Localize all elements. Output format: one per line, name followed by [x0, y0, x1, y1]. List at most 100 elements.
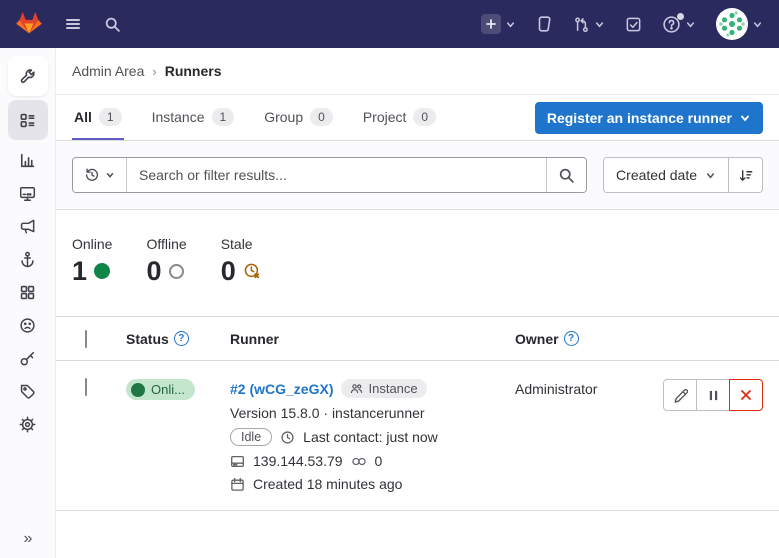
tab-all[interactable]: All 1 — [72, 95, 124, 140]
stat-offline-label: Offline — [146, 236, 186, 252]
filtered-search — [72, 157, 587, 193]
merge-requests-button[interactable] — [573, 16, 605, 33]
runner-column-header: Runner — [230, 331, 279, 347]
stat-stale-value: 0 — [221, 256, 236, 286]
chevron-down-icon — [705, 170, 716, 181]
select-all-checkbox[interactable] — [85, 330, 87, 348]
tab-group[interactable]: Group 0 — [262, 95, 335, 140]
tab-project-count: 0 — [413, 108, 436, 126]
sidebar-item-monitoring[interactable] — [8, 177, 48, 210]
calendar-icon — [230, 477, 245, 492]
stat-offline-value: 0 — [146, 256, 161, 286]
stat-offline: Offline 0 — [146, 236, 186, 286]
hook-anchor-icon — [19, 251, 36, 268]
wrench-icon — [19, 68, 36, 85]
sidebar-item-admin-area[interactable] — [8, 56, 48, 96]
sidebar-item-system-hooks[interactable] — [8, 243, 48, 276]
tab-instance-label: Instance — [152, 109, 205, 125]
pencil-icon — [673, 388, 688, 403]
linked-count: 0 — [375, 453, 383, 469]
last-contact-text: Last contact: just now — [303, 429, 438, 445]
stale-clock-icon — [243, 262, 261, 280]
label-tag-icon — [19, 383, 36, 400]
issues-button[interactable] — [536, 15, 553, 33]
runners-table: Status ? Runner Owner ? Onl — [56, 316, 779, 511]
sidebar-item-analytics[interactable] — [8, 144, 48, 177]
runner-ip-address: 139.144.53.79 — [253, 453, 343, 469]
offline-status-icon — [169, 264, 184, 279]
pause-icon — [707, 389, 720, 402]
hamburger-icon — [64, 15, 82, 33]
owner-column-header: Owner — [515, 331, 559, 347]
sidebar-item-abuse-reports[interactable] — [8, 309, 48, 342]
stat-online: Online 1 — [72, 236, 112, 286]
chevron-down-icon — [752, 19, 763, 30]
runner-tabs-row: All 1 Instance 1 Group 0 Project 0 — [56, 95, 779, 141]
close-x-icon — [739, 388, 753, 402]
runner-row: Onli... #2 (wCG_zeGX) Instance Vers — [56, 361, 779, 511]
search-icon — [104, 16, 121, 33]
plus-icon — [481, 14, 501, 34]
history-clock-icon — [84, 167, 100, 183]
online-badge-label: Onli... — [151, 382, 185, 397]
sidebar-item-settings[interactable] — [8, 408, 48, 441]
status-help-icon[interactable]: ? — [174, 331, 189, 346]
host-computer-icon — [230, 454, 245, 469]
tab-project[interactable]: Project 0 — [361, 95, 438, 140]
breadcrumb: Admin Area › Runners — [56, 48, 779, 95]
tab-group-label: Group — [264, 109, 303, 125]
search-icon — [558, 167, 575, 184]
delete-runner-button[interactable] — [729, 379, 763, 411]
breadcrumb-admin-area[interactable]: Admin Area — [72, 63, 144, 79]
global-search-button[interactable] — [104, 16, 121, 33]
owner-help-icon[interactable]: ? — [564, 331, 579, 346]
new-menu-button[interactable] — [481, 14, 516, 34]
gear-icon — [19, 416, 36, 433]
group-members-icon — [350, 382, 363, 395]
breadcrumb-runners: Runners — [165, 63, 222, 79]
user-menu[interactable] — [716, 8, 763, 40]
sort-by-dropdown[interactable]: Created date — [604, 158, 728, 192]
idle-activity-badge: Idle — [230, 428, 272, 446]
analytics-icon — [19, 152, 36, 169]
runner-owner: Administrator — [515, 379, 661, 397]
sidebar-item-labels[interactable] — [8, 375, 48, 408]
runner-type-label: Instance — [368, 381, 417, 396]
runners-table-header: Status ? Runner Owner ? — [56, 317, 779, 361]
sidebar-item-credentials[interactable] — [8, 342, 48, 375]
sidebar-item-applications[interactable] — [8, 276, 48, 309]
hamburger-menu-button[interactable] — [64, 15, 82, 33]
search-history-dropdown[interactable] — [73, 158, 127, 192]
stat-online-value: 1 — [72, 256, 87, 286]
tab-instance-count: 1 — [212, 108, 235, 126]
admin-sidebar: » — [0, 48, 56, 558]
search-input[interactable] — [127, 158, 546, 192]
issues-icon — [536, 15, 553, 33]
sort-control: Created date — [603, 157, 763, 193]
sidebar-item-overview[interactable] — [8, 100, 48, 140]
sidebar-collapse-toggle[interactable]: » — [0, 530, 56, 548]
row-checkbox[interactable] — [85, 378, 87, 396]
help-menu-button[interactable] — [662, 15, 696, 34]
sort-descending-icon — [738, 168, 753, 183]
filter-bar: Created date — [56, 141, 779, 210]
sidebar-item-messages[interactable] — [8, 210, 48, 243]
runner-detail-link[interactable]: #2 (wCG_zeGX) — [230, 381, 333, 397]
chevron-down-icon — [594, 19, 605, 30]
sort-by-label: Created date — [616, 167, 697, 183]
search-submit-button[interactable] — [546, 158, 586, 192]
edit-runner-button[interactable] — [663, 379, 697, 411]
register-instance-runner-button[interactable]: Register an instance runner — [535, 102, 763, 134]
sort-direction-button[interactable] — [728, 158, 762, 192]
tab-group-count: 0 — [310, 108, 333, 126]
runner-summary-cell: #2 (wCG_zeGX) Instance Version 15.8.0 · … — [230, 379, 515, 492]
chevron-down-icon — [739, 112, 751, 124]
main-content: Admin Area › Runners All 1 Instance 1 Gr… — [56, 48, 779, 558]
gitlab-logo-icon[interactable] — [16, 10, 42, 38]
chevron-down-icon — [505, 19, 516, 30]
todos-button[interactable] — [625, 16, 642, 33]
pause-runner-button[interactable] — [696, 379, 730, 411]
clock-icon — [280, 430, 295, 445]
tab-instance[interactable]: Instance 1 — [150, 95, 237, 140]
runner-type-badge: Instance — [341, 379, 426, 398]
